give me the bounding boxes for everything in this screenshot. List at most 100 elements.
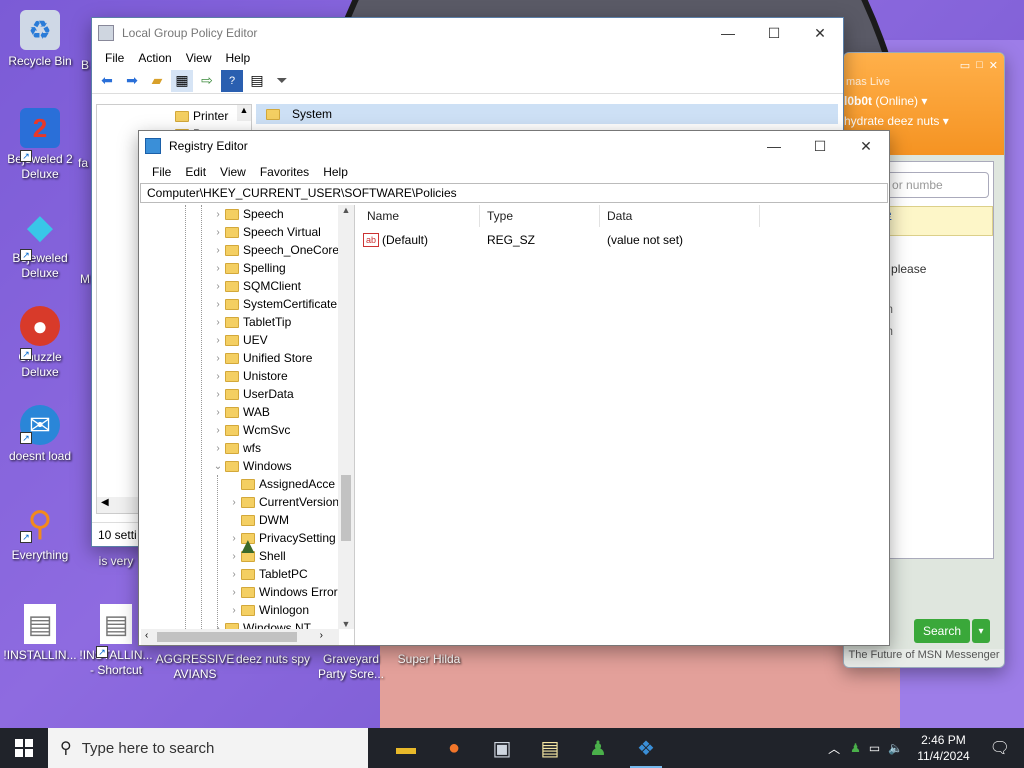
notifications-icon[interactable]: 🗨 <box>980 738 1024 758</box>
chevron-right-icon[interactable]: › <box>227 605 241 616</box>
desktop-icon-deez-nuts-spy[interactable]: deez nuts spy <box>233 652 313 667</box>
scroll-down-icon[interactable]: ▼ <box>338 619 354 629</box>
tree-node[interactable]: › Unistore <box>211 367 287 385</box>
menu-view[interactable]: View <box>213 165 253 179</box>
chevron-right-icon[interactable]: › <box>211 227 225 238</box>
tree-node[interactable]: › SystemCertificate <box>211 295 337 313</box>
menu-action[interactable]: Action <box>131 51 178 65</box>
tree-node[interactable]: › Windows Error <box>227 583 337 601</box>
scrollbar-thumb[interactable] <box>341 475 351 541</box>
tree-node[interactable]: ⌄ Windows <box>211 457 292 475</box>
tree-node[interactable]: › wfs <box>211 439 261 457</box>
menu-file[interactable]: File <box>98 51 131 65</box>
tree-node[interactable]: › TabletPC <box>227 565 307 583</box>
group-policy-taskbar-icon[interactable]: ▣ <box>478 728 526 768</box>
tree-node[interactable]: › WcmSvc <box>211 421 290 439</box>
menu-help[interactable]: Help <box>219 51 258 65</box>
close-button[interactable]: ✕ <box>843 131 889 161</box>
desktop-icon-graveyard-party[interactable]: Graveyard Party Scre... <box>311 652 391 682</box>
start-button[interactable] <box>0 728 48 768</box>
msn-personal-message[interactable]: hydrate deez nuts <box>844 114 939 128</box>
chevron-right-icon[interactable]: › <box>211 425 225 436</box>
chevron-up-icon[interactable]: ︿ <box>822 740 846 757</box>
desktop-icon-installing[interactable]: ▤ !INSTALLIN... <box>0 604 80 663</box>
back-arrow-icon[interactable]: ⬅ <box>96 70 118 92</box>
gpe-tree-item[interactable]: Printer <box>193 109 228 123</box>
menu-favorites[interactable]: Favorites <box>253 165 316 179</box>
msn-tray-icon[interactable]: ♟ <box>846 741 865 755</box>
tree-node[interactable]: › TabletTip <box>211 313 291 331</box>
chevron-right-icon[interactable]: › <box>211 353 225 364</box>
filter-icon[interactable]: ⏷ <box>271 70 293 92</box>
chevron-right-icon[interactable]: › <box>227 569 241 580</box>
show-tree-icon[interactable]: ▦ <box>171 69 193 92</box>
tree-node[interactable]: › Speech Virtual <box>211 223 321 241</box>
notepad-taskbar-icon[interactable]: ▤ <box>526 728 574 768</box>
chevron-down-icon[interactable]: ▾ <box>972 619 990 643</box>
minimize-button[interactable]: — <box>751 131 797 161</box>
chevron-right-icon[interactable]: › <box>211 245 225 256</box>
tree-node[interactable]: › WAB <box>211 403 270 421</box>
tree-node[interactable]: › CurrentVersion <box>227 493 339 511</box>
firefox-taskbar-icon[interactable]: ● <box>430 728 478 768</box>
registry-editor-taskbar-icon[interactable]: ❖ <box>622 728 670 768</box>
gpe-selected-row[interactable]: System <box>256 104 838 124</box>
msn-messenger-taskbar-icon[interactable]: ♟ <box>574 728 622 768</box>
scroll-left-icon[interactable]: ‹ <box>145 630 148 641</box>
chevron-right-icon[interactable]: › <box>211 299 225 310</box>
desktop-icon-chuzzle[interactable]: ● ↗ Chuzzle Deluxe <box>0 306 80 380</box>
tree-node[interactable]: › Winlogon <box>227 601 309 619</box>
scroll-up-icon[interactable]: ▲ <box>237 105 251 121</box>
chevron-right-icon[interactable]: › <box>211 335 225 346</box>
up-folder-icon[interactable]: ▰ <box>146 70 168 92</box>
chevron-right-icon[interactable]: › <box>211 389 225 400</box>
maximize-button[interactable]: ☐ <box>797 131 843 161</box>
desktop-icon-aggressive-avians[interactable]: AGGRESSIVE AVIANS <box>155 652 235 682</box>
help-icon[interactable]: ? <box>221 69 243 92</box>
chevron-right-icon[interactable]: › <box>211 371 225 382</box>
tree-node[interactable]: › Speech <box>211 205 283 223</box>
tree-node[interactable]: › Spelling <box>211 259 285 277</box>
scroll-right-icon[interactable]: › <box>320 630 323 641</box>
chevron-down-icon[interactable]: ⌄ <box>211 461 225 472</box>
menu-help[interactable]: Help <box>316 165 355 179</box>
minimize-button[interactable]: — <box>705 18 751 48</box>
tree-node[interactable]: › Unified Store <box>211 349 312 367</box>
tree-node[interactable]: › UserData <box>211 385 293 403</box>
file-explorer-taskbar-icon[interactable]: ▬ <box>382 728 430 768</box>
registry-editor-window[interactable]: Registry Editor — ☐ ✕ File Edit View Fav… <box>138 130 890 646</box>
scrollbar-thumb[interactable] <box>157 632 297 642</box>
maximize-icon[interactable]: □ <box>976 59 983 72</box>
menu-file[interactable]: File <box>145 165 178 179</box>
tree-node[interactable]: › SQMClient <box>211 277 301 295</box>
desktop-icon-doesnt-load[interactable]: ✉ ↗ doesnt load <box>0 405 80 464</box>
desktop-icon-recycle-bin[interactable]: ♻ Recycle Bin <box>0 10 80 69</box>
chevron-right-icon[interactable]: › <box>211 281 225 292</box>
desktop-icon-super-hilda[interactable]: Super Hilda <box>389 652 469 667</box>
network-icon[interactable]: ▭ <box>865 741 884 755</box>
chevron-right-icon[interactable]: › <box>211 209 225 220</box>
chevron-right-icon[interactable]: › <box>227 497 241 508</box>
registry-value-row[interactable]: ab (Default) REG_SZ (value not set) <box>363 231 763 249</box>
tree-vertical-scrollbar[interactable]: ▲ ▼ <box>338 205 354 629</box>
forward-arrow-icon[interactable]: ➡ <box>121 70 143 92</box>
menu-view[interactable]: View <box>179 51 219 65</box>
column-header-name[interactable]: Name <box>367 209 399 223</box>
msn-status[interactable]: (Online) <box>875 94 918 108</box>
volume-icon[interactable]: 🔈 <box>884 741 907 755</box>
chevron-right-icon[interactable]: › <box>211 443 225 454</box>
chevron-right-icon[interactable]: › <box>211 407 225 418</box>
column-header-data[interactable]: Data <box>607 209 632 223</box>
address-bar[interactable]: Computer\HKEY_CURRENT_USER\SOFTWARE\Poli… <box>140 183 888 203</box>
properties-icon[interactable]: ▤ <box>246 70 268 92</box>
chevron-right-icon[interactable]: › <box>211 317 225 328</box>
desktop-icon-bejeweled[interactable]: ◆ ↗ Bejeweled Deluxe <box>0 207 80 281</box>
close-button[interactable]: ✕ <box>797 18 843 48</box>
column-header-type[interactable]: Type <box>487 209 513 223</box>
maximize-button[interactable]: ☐ <box>751 18 797 48</box>
chevron-right-icon[interactable]: › <box>211 263 225 274</box>
close-icon[interactable]: ✕ <box>989 59 998 72</box>
clock[interactable]: 2:46 PM 11/4/2024 <box>907 732 980 764</box>
taskbar-search-box[interactable]: ⚲ Type here to search <box>48 728 368 768</box>
tree-node[interactable]: › Speech_OneCore <box>211 241 339 259</box>
